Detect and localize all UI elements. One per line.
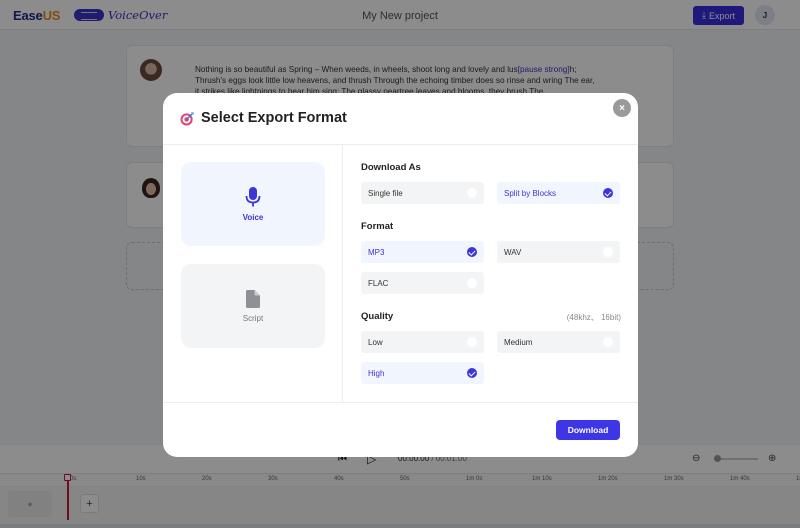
option-split-by-blocks[interactable]: Split by Blocks	[497, 182, 620, 204]
export-type-pane: Voice Script	[163, 145, 343, 402]
option-mp3[interactable]: MP3	[361, 241, 484, 263]
voice-label: Voice	[242, 212, 264, 222]
close-button[interactable]: ×	[613, 99, 631, 117]
radio-unchecked-icon[interactable]	[603, 247, 613, 257]
modal-header: Select Export Format ×	[163, 93, 638, 145]
radio-unchecked-icon[interactable]	[467, 337, 477, 347]
radio-checked-icon[interactable]	[603, 188, 613, 198]
option-label: MP3	[368, 247, 385, 257]
option-label: High	[368, 368, 385, 378]
download-as-title: Download As	[361, 162, 421, 173]
script-type-card[interactable]: Script	[181, 264, 325, 348]
option-label: Medium	[504, 337, 533, 347]
quality-note: (48khz、 16bit)	[566, 313, 621, 322]
radio-checked-icon[interactable]	[467, 247, 477, 257]
quality-title: Quality	[361, 311, 394, 322]
option-label: Low	[368, 337, 383, 347]
voice-type-card[interactable]: Voice	[181, 162, 325, 246]
target-icon	[180, 112, 194, 126]
modal-footer: Download	[163, 402, 638, 457]
option-label: FLAC	[368, 278, 389, 288]
download-button[interactable]: Download	[556, 420, 620, 440]
export-options-pane: Download As Single file Split by Blocks …	[361, 145, 621, 402]
option-medium[interactable]: Medium	[497, 331, 620, 353]
option-flac[interactable]: FLAC	[361, 272, 484, 294]
radio-unchecked-icon[interactable]	[467, 188, 477, 198]
modal-title: Select Export Format	[201, 110, 347, 126]
script-label: Script	[242, 313, 264, 323]
radio-unchecked-icon[interactable]	[467, 278, 477, 288]
microphone-icon	[245, 186, 261, 206]
option-wav[interactable]: WAV	[497, 241, 620, 263]
format-title: Format	[361, 221, 394, 232]
document-icon	[246, 289, 260, 308]
option-label: WAV	[504, 247, 522, 257]
export-format-modal: Select Export Format × Voice Script Down…	[163, 93, 638, 457]
radio-unchecked-icon[interactable]	[603, 337, 613, 347]
option-label: Single file	[368, 188, 403, 198]
option-low[interactable]: Low	[361, 331, 484, 353]
option-label: Split by Blocks	[504, 188, 557, 198]
radio-checked-icon[interactable]	[467, 368, 477, 378]
option-high[interactable]: High	[361, 362, 484, 384]
option-single-file[interactable]: Single file	[361, 182, 484, 204]
